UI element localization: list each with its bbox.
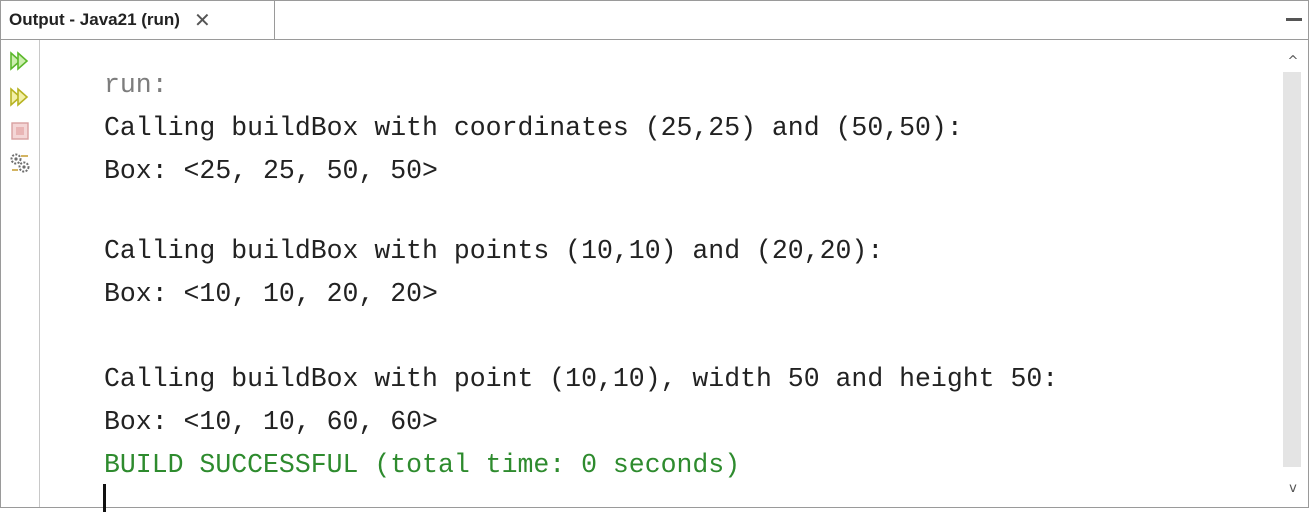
scroll-up-icon[interactable]: ^ xyxy=(1282,48,1304,74)
build-status-line: BUILD SUCCESSFUL (total time: 0 seconds) xyxy=(104,450,741,480)
console-output[interactable]: run: Calling buildBox with coordinates (… xyxy=(40,40,1280,512)
console-line: Box: <10, 10, 20, 20> xyxy=(104,279,438,309)
tab-bar: Output - Java21 (run) ✕ xyxy=(1,1,1308,40)
minimize-icon[interactable] xyxy=(1286,18,1302,21)
output-toolbar xyxy=(1,40,40,507)
scrollbar-track[interactable] xyxy=(1283,72,1301,467)
tab-output-java21[interactable]: Output - Java21 (run) ✕ xyxy=(1,1,275,39)
vertical-scrollbar[interactable]: ^ v xyxy=(1280,40,1308,507)
scroll-down-icon[interactable]: v xyxy=(1282,475,1304,501)
output-window: Output - Java21 (run) ✕ run: Calling bui… xyxy=(0,0,1309,512)
close-icon[interactable]: ✕ xyxy=(194,10,211,30)
console-line-run: run: xyxy=(104,70,168,100)
console-line: Calling buildBox with coordinates (25,25… xyxy=(104,113,963,143)
rerun-icon[interactable] xyxy=(7,48,33,74)
console-line: Calling buildBox with point (10,10), wid… xyxy=(104,364,1059,394)
console-line: Box: <25, 25, 50, 50> xyxy=(104,156,438,186)
rerun-with-options-icon[interactable] xyxy=(7,84,33,110)
console-line: Calling buildBox with points (10,10) and… xyxy=(104,236,884,266)
stop-icon[interactable] xyxy=(7,118,33,144)
tab-title: Output - Java21 (run) xyxy=(9,10,180,29)
console-line: Box: <10, 10, 60, 60> xyxy=(104,407,438,437)
settings-icon[interactable] xyxy=(7,150,33,176)
